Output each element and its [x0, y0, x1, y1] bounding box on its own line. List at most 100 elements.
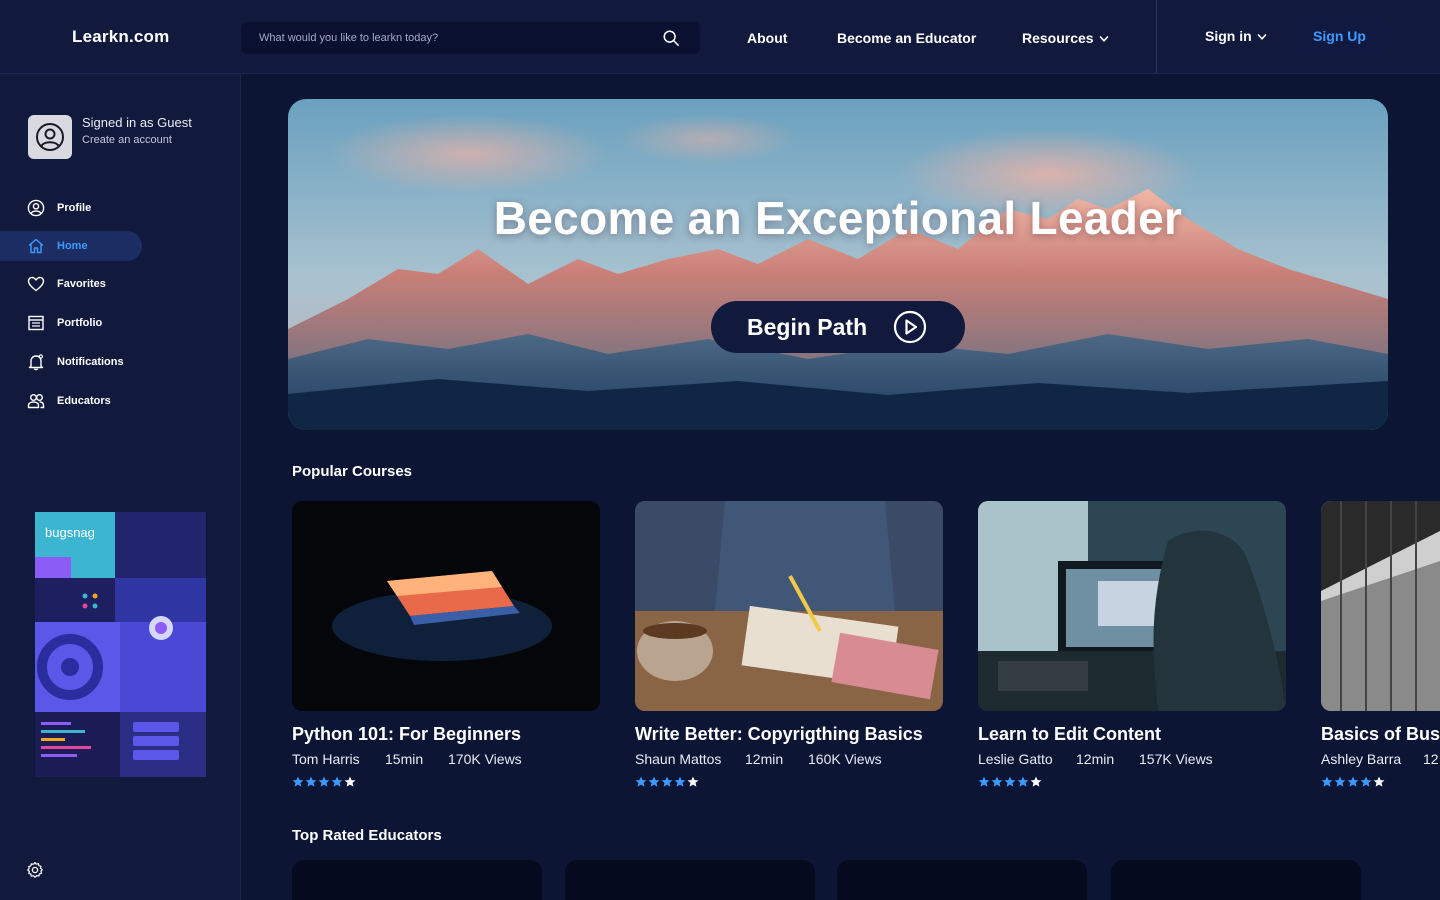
avatar[interactable]	[28, 115, 72, 159]
course-thumbnail[interactable]	[1321, 501, 1440, 711]
course-duration: 12min	[745, 751, 784, 767]
star-icon	[318, 776, 330, 787]
users-icon	[27, 394, 45, 409]
star-icon	[978, 776, 990, 787]
star-icon	[991, 776, 1003, 787]
mountain-landscape-image	[288, 99, 1388, 430]
chevron-down-icon	[1099, 36, 1108, 42]
sidebar-advertisement[interactable]: bugsnag	[35, 512, 206, 777]
star-rating	[1321, 775, 1386, 787]
settings-gear-icon[interactable]	[26, 861, 44, 879]
star-icon	[1004, 776, 1016, 787]
educator-card[interactable]	[837, 860, 1087, 900]
star-icon	[331, 776, 343, 787]
hero-title: Become an Exceptional Leader	[493, 192, 1183, 244]
search-icon[interactable]	[662, 29, 680, 47]
sidebar-item-label: Profile	[57, 202, 92, 214]
course-views: 157K Views	[1139, 751, 1213, 767]
course-author: Tom Harris	[292, 751, 360, 767]
star-icon	[292, 776, 304, 787]
sign-up-button[interactable]: Sign Up	[1292, 17, 1387, 55]
user-circle-icon	[27, 199, 45, 217]
star-icon	[1360, 776, 1372, 787]
course-thumbnail[interactable]	[635, 501, 943, 711]
section-title-educators: Top Rated Educators	[292, 827, 442, 844]
star-icon	[1017, 776, 1029, 787]
user-avatar-icon	[36, 123, 64, 151]
nav-resources[interactable]: Resources	[1022, 30, 1109, 46]
star-icon	[687, 776, 699, 787]
sidebar-item-profile[interactable]: Profile	[0, 193, 142, 223]
top-header: Learkn.com About Become an Educator Reso…	[0, 0, 1440, 74]
star-rating	[292, 775, 357, 787]
sidebar: Signed in as Guest Create an account Pro…	[0, 74, 241, 900]
course-author: Shaun Mattos	[635, 751, 722, 767]
sidebar-item-label: Home	[57, 240, 88, 252]
star-icon	[1030, 776, 1042, 787]
course-thumbnail[interactable]	[978, 501, 1286, 711]
search-input[interactable]	[241, 22, 661, 54]
star-icon	[1334, 776, 1346, 787]
section-title-popular: Popular Courses	[292, 463, 413, 480]
course-thumbnail[interactable]	[292, 501, 600, 711]
sidebar-item-label: Notifications	[57, 356, 124, 368]
building-image	[1321, 501, 1440, 711]
educator-card[interactable]	[292, 860, 542, 900]
course-title[interactable]: Python 101: For Beginners	[292, 724, 521, 745]
sidebar-item-label: Portfolio	[57, 317, 103, 329]
bugsnag-ad-illustration: bugsnag	[35, 512, 206, 777]
sidebar-item-portfolio[interactable]: Portfolio	[0, 308, 142, 338]
writing-desk-image	[635, 501, 943, 711]
sidebar-item-label: Favorites	[57, 278, 106, 290]
nav-resources-label: Resources	[1022, 30, 1094, 46]
home-icon	[28, 238, 44, 254]
create-account-link[interactable]: Create an account	[82, 134, 172, 146]
sidebar-item-notifications[interactable]: Notifications	[0, 347, 142, 377]
course-views: 170K Views	[448, 751, 522, 767]
educator-card[interactable]	[565, 860, 815, 900]
hero-banner: Become an Exceptional Leader Begin Path	[288, 99, 1388, 430]
begin-path-button[interactable]: Begin Path	[711, 301, 965, 353]
course-author: Leslie Gatto	[978, 751, 1053, 767]
ad-brand-text: bugsnag	[45, 525, 95, 540]
sign-in-button[interactable]: Sign in	[1205, 28, 1267, 44]
star-icon	[1321, 776, 1333, 787]
course-title[interactable]: Basics of Busi	[1321, 724, 1440, 745]
nav-become-educator[interactable]: Become an Educator	[837, 30, 976, 46]
sidebar-item-favorites[interactable]: Favorites	[0, 269, 142, 299]
video-editing-image	[978, 501, 1286, 711]
search-bar[interactable]	[241, 22, 700, 54]
heart-icon	[27, 276, 45, 292]
sidebar-item-label: Educators	[57, 395, 111, 407]
sidebar-item-home[interactable]: Home	[0, 231, 142, 261]
course-title[interactable]: Learn to Edit Content	[978, 724, 1161, 745]
star-icon	[674, 776, 686, 787]
sign-in-label: Sign in	[1205, 28, 1252, 44]
course-author: Ashley Barra	[1321, 751, 1402, 767]
chevron-down-icon	[1257, 34, 1266, 40]
nav-about[interactable]: About	[747, 30, 787, 46]
course-duration: 12min	[1076, 751, 1115, 767]
course-views: 160K Views	[808, 751, 882, 767]
course-duration: 12	[1423, 751, 1439, 767]
play-circle-icon	[893, 310, 927, 344]
sidebar-item-educators[interactable]: Educators	[0, 386, 142, 416]
course-duration: 15min	[385, 751, 424, 767]
star-icon	[305, 776, 317, 787]
course-title[interactable]: Write Better: Copyrigthing Basics	[635, 724, 923, 745]
bell-icon	[28, 354, 44, 371]
star-rating	[635, 775, 700, 787]
portfolio-icon	[28, 315, 44, 331]
site-logo[interactable]: Learkn.com	[72, 27, 169, 47]
laptop-image	[292, 501, 600, 711]
star-rating	[978, 775, 1043, 787]
header-divider	[1156, 0, 1157, 73]
star-icon	[1373, 776, 1385, 787]
begin-path-label: Begin Path	[747, 314, 868, 340]
star-icon	[661, 776, 673, 787]
star-icon	[344, 776, 356, 787]
educator-card[interactable]	[1111, 860, 1361, 900]
star-icon	[648, 776, 660, 787]
star-icon	[635, 776, 647, 787]
guest-title: Signed in as Guest	[82, 115, 192, 130]
